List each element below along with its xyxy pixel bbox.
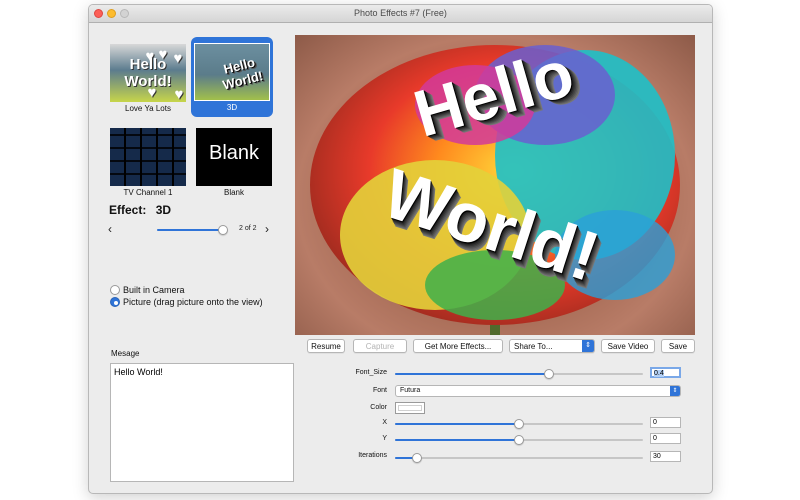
thumb-text: Blank [208,142,260,164]
slider-fill [395,423,519,425]
get-more-effects-button[interactable]: Get More Effects... [413,339,503,353]
effect-item-3d[interactable]: Hello World! 3D [191,37,273,117]
font-select[interactable]: Futura ⇕ [395,385,681,397]
chevron-up-down-icon: ⇕ [670,386,680,396]
effect-thumbnail: ♥ ♥ ♥ ♥ ♥ Hello World! [110,44,186,102]
color-swatch [398,405,422,411]
effect-item-tv-channel-1[interactable]: TV Channel 1 [107,125,189,203]
effect-thumbnail: Blank [196,128,272,186]
current-effect-value: 3D [155,203,172,217]
effect-item-blank[interactable]: Blank Blank [193,125,275,203]
color-well[interactable] [395,402,425,414]
source-option-picture[interactable]: Picture (drag picture onto the view) [110,297,263,307]
resume-button[interactable]: Resume [307,339,345,353]
font-value: Futura [400,387,421,394]
iterations-field[interactable]: 30 [650,451,681,462]
x-slider[interactable] [395,419,643,429]
effect-label: Love Ya Lots [125,104,171,113]
title-bar: Photo Effects #7 (Free) [89,5,712,23]
save-button[interactable]: Save [661,339,695,353]
chevron-right-icon[interactable]: › [265,222,269,236]
font-label: Font [372,387,387,394]
message-label: Mesage [111,349,140,358]
effect-slider-fill [157,229,223,231]
radio-button[interactable] [110,285,120,295]
effect-thumbnail [110,128,186,186]
source-option-label: Built in Camera [123,285,185,295]
y-field[interactable]: 0 [650,433,681,444]
slider-knob[interactable] [514,435,524,445]
share-to-popup[interactable]: Share To... ⇕ [509,339,595,353]
effect-slider[interactable] [157,225,228,235]
color-label: Color [370,404,387,411]
slider-knob[interactable] [514,419,524,429]
radio-button[interactable] [110,297,120,307]
effect-label: Blank [223,188,244,197]
slider-fill [395,373,549,375]
chevron-up-down-icon: ⇕ [582,340,594,352]
app-window: Photo Effects #7 (Free) ♥ ♥ ♥ ♥ ♥ Hello … [88,4,713,494]
thumb-text: Hello World! [124,56,172,90]
y-label: Y [382,435,387,442]
source-option-label: Picture (drag picture onto the view) [123,297,263,307]
share-to-label: Share To... [514,341,553,351]
chevron-left-icon[interactable]: ‹ [108,222,112,236]
effect-label: 3D [226,103,238,112]
slider-knob[interactable] [543,369,554,379]
x-field[interactable]: 0 [650,417,681,428]
font-size-field[interactable]: 0.4 [650,367,681,378]
iterations-slider[interactable] [395,453,643,463]
effect-counter: 2 of 2 [239,225,257,232]
slider-fill [395,439,519,441]
iterations-label: Iterations [358,452,387,459]
y-slider[interactable] [395,435,643,445]
preview-view[interactable]: Hello World! [295,35,695,335]
current-effect-label: Effect: [109,203,147,217]
slider-knob[interactable] [412,453,423,463]
x-label: X [382,419,387,426]
effect-label: TV Channel 1 [123,188,173,197]
effect-item-love-ya-lots[interactable]: ♥ ♥ ♥ ♥ ♥ Hello World! Love Ya Lots [107,41,189,119]
window-title: Photo Effects #7 (Free) [354,8,447,18]
save-video-button[interactable]: Save Video [601,339,655,353]
message-input[interactable]: Hello World! [110,363,294,482]
font-size-label: Font_Size [355,369,387,376]
font-size-slider[interactable] [395,369,643,379]
capture-button[interactable]: Capture [353,339,407,353]
source-option-camera[interactable]: Built in Camera [110,285,185,295]
effect-thumbnail: Hello World! [194,43,270,101]
font-size-value: 0.4 [654,370,664,377]
current-effect: Effect: 3D [109,203,171,217]
thumb-text: Hello World! [221,54,265,93]
effect-slider-knob[interactable] [218,225,228,235]
